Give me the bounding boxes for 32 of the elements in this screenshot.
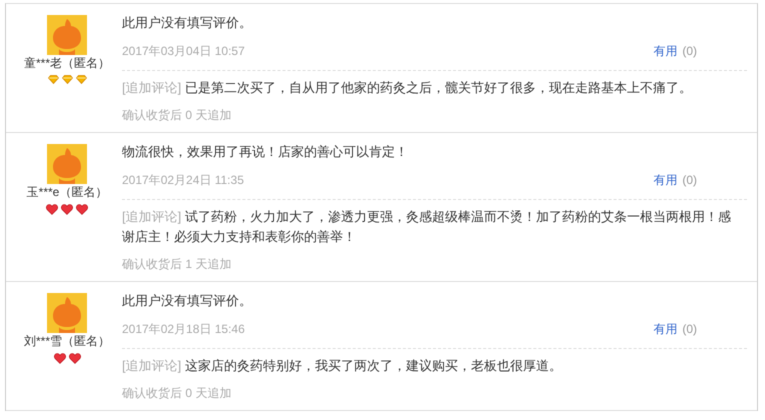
review-text: 此用户没有填写评价。 xyxy=(122,14,253,32)
useful-link[interactable]: 有用 xyxy=(653,319,678,339)
followup-comment: [追加评论] 这家店的灸药特别好，我买了两次了，建议购买，老板也很厚道。 xyxy=(122,348,747,376)
user-name: 童***老（匿名） xyxy=(24,55,110,71)
review-date: 2017年02月24日 11:35 xyxy=(122,172,244,189)
heart-icon xyxy=(76,204,88,215)
heart-icon xyxy=(68,353,80,364)
heart-icon xyxy=(61,204,73,215)
useful-count: (0) xyxy=(682,43,697,60)
avatar-icon xyxy=(47,15,87,55)
review-date: 2017年03月04日 10:57 xyxy=(122,43,245,60)
heart-icon xyxy=(46,204,58,215)
useful-count: (0) xyxy=(682,172,697,189)
diamond-icon xyxy=(76,75,86,84)
review-text: 物流很快，效果用了再说！店家的善心可以肯定！ xyxy=(122,143,409,161)
user-name: 刘***雪（匿名） xyxy=(24,333,110,349)
followup-comment: [追加评论] 已是第二次买了，自从用了他家的药灸之后，髋关节好了很多，现在走路基本上不痛了。 xyxy=(122,70,747,98)
review-text: 此用户没有填写评价。 xyxy=(122,292,253,310)
useful-link[interactable]: 有用 xyxy=(653,170,678,190)
avatar-icon xyxy=(47,144,87,184)
followup-note: 确认收货后 1 天追加 xyxy=(122,256,232,273)
useful-count: (0) xyxy=(682,321,697,338)
heart-icon xyxy=(54,353,66,364)
diamond-icon xyxy=(48,75,58,84)
followup-note: 确认收货后 0 天追加 xyxy=(122,107,232,124)
avatar-icon xyxy=(47,293,87,333)
followup-note: 确认收货后 0 天追加 xyxy=(122,385,232,402)
review-date: 2017年02月18日 15:46 xyxy=(122,321,245,338)
useful-link[interactable]: 有用 xyxy=(653,41,678,61)
diamond-icon xyxy=(62,75,72,84)
followup-comment: [追加评论] 试了药粉，火力加大了，渗透力更强，灸感超级棒温而不烫！加了药粉的艾条一根当两根用！感谢店主！必须大力支持和表彰你的善举！ xyxy=(122,199,747,247)
user-name: 玉***e（匿名） xyxy=(26,184,108,200)
